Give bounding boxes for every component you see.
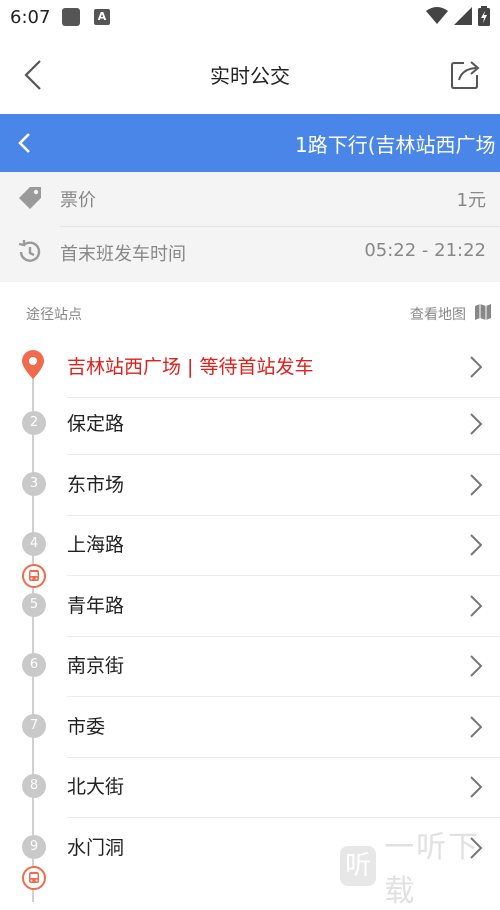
stop-item[interactable]: 7 市委 bbox=[0, 698, 500, 758]
page-title: 实时公交 bbox=[210, 64, 290, 88]
stop-name: 水门洞 bbox=[67, 837, 125, 859]
stops-list: 吉林站西广场 | 等待首站发车 2 保定路 3 东市场 4 上海路 5 青年路 … bbox=[0, 338, 500, 902]
signal-icon bbox=[454, 7, 472, 25]
app-bar: 实时公交 bbox=[0, 36, 500, 114]
stop-name: 东市场 bbox=[67, 474, 125, 496]
stop-index: 5 bbox=[22, 593, 46, 617]
system-icons bbox=[426, 6, 490, 26]
stops-header-label: 途径站点 bbox=[26, 307, 82, 323]
chevron-right-icon bbox=[470, 595, 483, 617]
stop-item[interactable]: 6 南京街 bbox=[0, 637, 500, 697]
notification-icon bbox=[62, 8, 80, 26]
fare-value: 1元 bbox=[456, 190, 486, 211]
stop-item[interactable]: 5 青年路 bbox=[0, 577, 500, 637]
status-bar: 6:07 A bbox=[0, 0, 500, 36]
divider bbox=[67, 817, 500, 818]
stop-name: 吉林站西广场 | 等待首站发车 bbox=[67, 356, 314, 378]
divider bbox=[67, 696, 500, 697]
stop-index: 9 bbox=[22, 835, 46, 859]
route-title: 1路下行(吉林站西广场 bbox=[295, 133, 496, 157]
price-tag-icon bbox=[19, 187, 41, 209]
chevron-right-icon bbox=[470, 413, 483, 435]
divider bbox=[67, 575, 500, 576]
chevron-right-icon bbox=[470, 356, 483, 378]
wifi-icon bbox=[426, 7, 448, 24]
battery-icon bbox=[478, 6, 490, 26]
schedule-row: 首末班发车时间 05:22 - 21:22 bbox=[0, 226, 500, 280]
status-time: 6:07 bbox=[10, 7, 51, 28]
divider bbox=[67, 454, 500, 455]
route-back-icon[interactable] bbox=[14, 131, 34, 155]
stop-index: 8 bbox=[22, 774, 46, 798]
watermark-logo: 听 bbox=[340, 846, 377, 886]
stop-item[interactable]: 2 保定路 bbox=[0, 395, 500, 455]
stop-name: 市委 bbox=[67, 716, 106, 738]
schedule-label: 首末班发车时间 bbox=[60, 244, 186, 265]
stop-item[interactable]: 吉林站西广场 | 等待首站发车 bbox=[0, 338, 500, 398]
stop-index: 4 bbox=[22, 532, 46, 556]
stop-item[interactable]: 3 东市场 bbox=[0, 456, 500, 516]
stop-item[interactable]: 8 北大街 bbox=[0, 758, 500, 818]
watermark: 听 一听下载 bbox=[340, 830, 500, 909]
stop-name: 青年路 bbox=[67, 595, 125, 617]
stop-index: 7 bbox=[22, 714, 46, 738]
fare-row: 票价 1元 bbox=[0, 172, 500, 227]
stop-item[interactable]: 4 上海路 bbox=[0, 516, 500, 576]
route-info-panel: 票价 1元 首末班发车时间 05:22 - 21:22 bbox=[0, 172, 500, 282]
watermark-text: 一听下载 bbox=[384, 830, 481, 909]
stop-name: 保定路 bbox=[67, 413, 125, 435]
chevron-right-icon bbox=[470, 474, 483, 496]
stop-index: 3 bbox=[22, 472, 46, 496]
schedule-value: 05:22 - 21:22 bbox=[364, 240, 486, 261]
stop-name: 上海路 bbox=[67, 534, 125, 556]
stops-header: 途径站点 查看地图 bbox=[0, 282, 500, 338]
view-map-link[interactable]: 查看地图 bbox=[410, 304, 466, 324]
chevron-right-icon bbox=[470, 776, 483, 798]
stop-index: 6 bbox=[22, 653, 46, 677]
chevron-right-icon bbox=[470, 655, 483, 677]
stop-name: 南京街 bbox=[67, 655, 125, 677]
fare-label: 票价 bbox=[60, 190, 96, 211]
share-icon[interactable] bbox=[450, 58, 482, 90]
history-clock-icon bbox=[18, 240, 41, 262]
chevron-right-icon bbox=[470, 534, 483, 556]
map-icon[interactable] bbox=[474, 303, 492, 321]
stop-name: 北大街 bbox=[67, 776, 125, 798]
app-notification-icon: A bbox=[94, 9, 110, 25]
route-header-bar: 1路下行(吉林站西广场 bbox=[0, 114, 500, 172]
stop-index: 2 bbox=[22, 411, 46, 435]
location-pin-icon bbox=[22, 350, 44, 379]
chevron-right-icon bbox=[470, 716, 483, 738]
bus-icon bbox=[22, 866, 46, 890]
